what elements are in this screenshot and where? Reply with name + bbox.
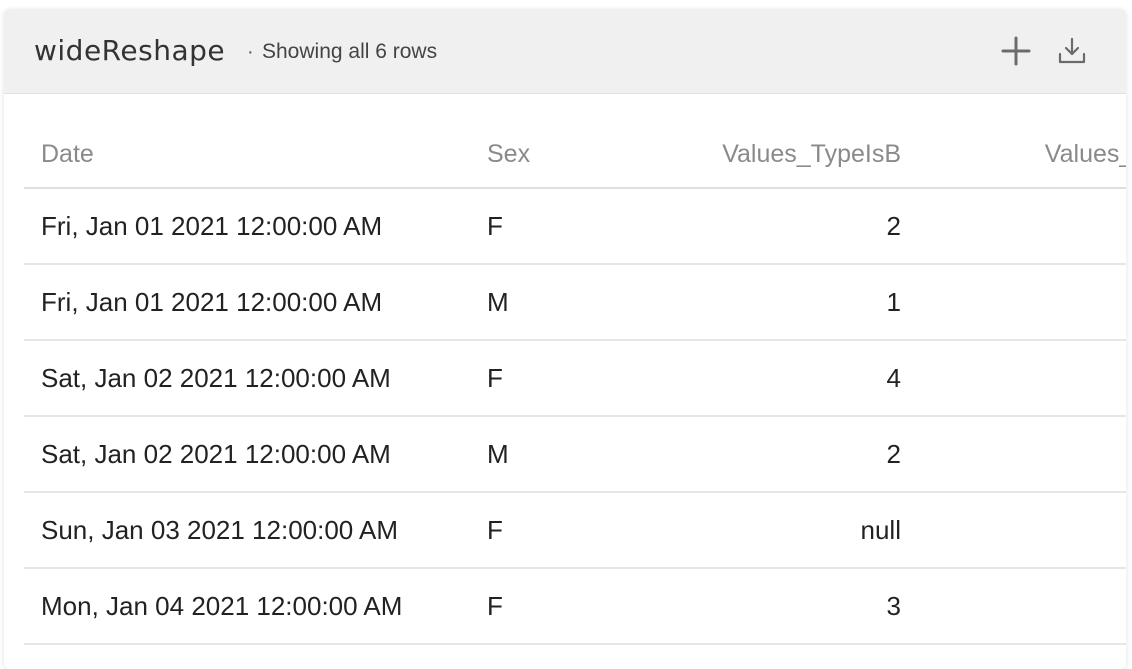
cell-sex: F bbox=[470, 340, 614, 417]
data-table: Date Sex Values_TypeIsB Values_TypeIsC F… bbox=[24, 121, 1126, 645]
column-header-date[interactable]: Date bbox=[24, 121, 470, 189]
cell-values-typeisc: 2 bbox=[918, 492, 1126, 569]
cell-values-typeisb: null bbox=[614, 492, 918, 569]
cell-sex: M bbox=[470, 416, 614, 493]
cell-values-typeisb: 1 bbox=[614, 264, 918, 341]
cell-date: Sun, Jan 03 2021 12:00:00 AM bbox=[24, 492, 470, 569]
cell-date: Sat, Jan 02 2021 12:00:00 AM bbox=[24, 340, 470, 417]
column-header-values-typeisc[interactable]: Values_TypeIsC bbox=[918, 121, 1126, 189]
cell-values-typeisb: 2 bbox=[614, 188, 918, 265]
cell-values-typeisb: 2 bbox=[614, 416, 918, 493]
cell-sex: F bbox=[470, 492, 614, 569]
column-header-values-typeisb[interactable]: Values_TypeIsB bbox=[614, 121, 918, 189]
add-button[interactable] bbox=[998, 33, 1034, 69]
cell-sex: M bbox=[470, 264, 614, 341]
cell-values-typeisb: 3 bbox=[614, 568, 918, 645]
cell-sex: F bbox=[470, 188, 614, 265]
table-row: Sat, Jan 02 2021 12:00:00 AM F 4 3 bbox=[24, 340, 1126, 417]
table-row: Fri, Jan 01 2021 12:00:00 AM F 2 null bbox=[24, 188, 1126, 265]
cell-values-typeisc: null bbox=[918, 568, 1126, 645]
table-header-row: Date Sex Values_TypeIsB Values_TypeIsC bbox=[24, 121, 1126, 189]
cell-date: Fri, Jan 01 2021 12:00:00 AM bbox=[24, 264, 470, 341]
cell-values-typeisb: 4 bbox=[614, 340, 918, 417]
row-count-label: Showing all 6 rows bbox=[262, 40, 438, 63]
cell-date: Mon, Jan 04 2021 12:00:00 AM bbox=[24, 568, 470, 645]
table-row: Sat, Jan 02 2021 12:00:00 AM M 2 3 bbox=[24, 416, 1126, 493]
cell-values-typeisc: null bbox=[918, 188, 1126, 265]
cell-values-typeisc: 3 bbox=[918, 416, 1126, 493]
cell-values-typeisc: 3 bbox=[918, 340, 1126, 417]
card-header: wideReshape · Showing all 6 rows bbox=[4, 9, 1126, 94]
column-header-sex[interactable]: Sex bbox=[470, 121, 614, 189]
cell-date: Sat, Jan 02 2021 12:00:00 AM bbox=[24, 416, 470, 493]
download-icon bbox=[1058, 37, 1086, 64]
plus-icon bbox=[1001, 36, 1031, 66]
table-row: Sun, Jan 03 2021 12:00:00 AM F null 2 bbox=[24, 492, 1126, 569]
table-row: Mon, Jan 04 2021 12:00:00 AM F 3 null bbox=[24, 568, 1126, 645]
cell-date: Fri, Jan 01 2021 12:00:00 AM bbox=[24, 188, 470, 265]
title-separator: · bbox=[247, 41, 254, 63]
table-row: Fri, Jan 01 2021 12:00:00 AM M 1 2 bbox=[24, 264, 1126, 341]
data-card: wideReshape · Showing all 6 rows Date Se… bbox=[4, 9, 1126, 669]
table-title: wideReshape bbox=[34, 34, 226, 67]
cell-sex: F bbox=[470, 568, 614, 645]
download-button[interactable] bbox=[1054, 33, 1090, 69]
cell-values-typeisc: 2 bbox=[918, 264, 1126, 341]
